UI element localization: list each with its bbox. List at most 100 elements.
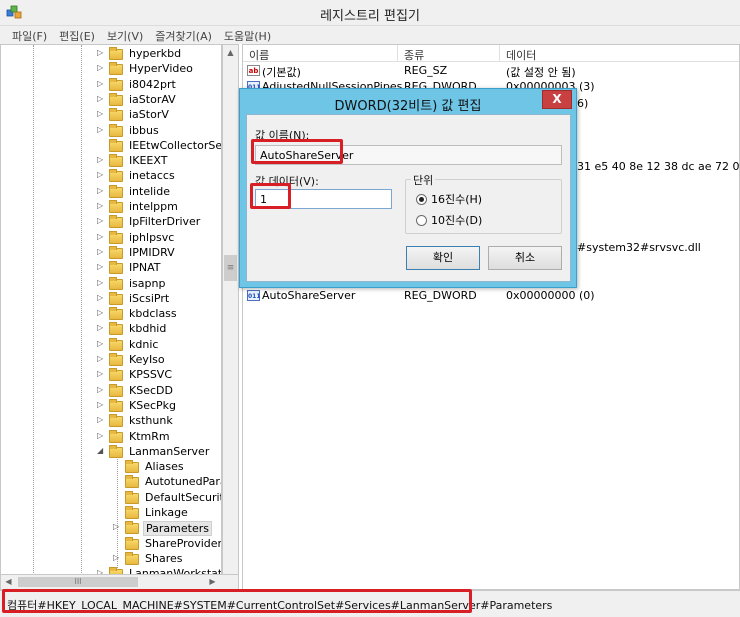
tree-item-label: Linkage (145, 506, 188, 519)
expand-arrow-icon[interactable]: ▷ (97, 339, 107, 348)
column-header-type[interactable]: 종류 (404, 47, 424, 63)
tree-item-label: kdnic (129, 337, 159, 351)
folder-icon (109, 108, 123, 122)
folder-icon (109, 444, 123, 458)
folder-icon (109, 215, 123, 229)
expand-arrow-icon[interactable]: ▷ (97, 323, 107, 332)
scroll-up-arrow-icon[interactable]: ▲ (223, 45, 238, 60)
expand-arrow-icon[interactable]: ▷ (97, 369, 107, 378)
tree-vertical-scrollbar[interactable]: ▲ ≡ ▼ (222, 44, 239, 590)
column-divider[interactable] (499, 45, 500, 62)
expand-arrow-icon[interactable]: ▷ (97, 79, 107, 88)
menu-file[interactable]: 파일(F) (0, 26, 53, 44)
tree-item-label: KSecDD (129, 383, 173, 397)
value-data-highlight-box (250, 183, 291, 209)
folder-icon (109, 92, 123, 106)
tree-item-label: ShareProviders (145, 536, 222, 550)
decimal-radio[interactable]: 10진수(D) (416, 212, 482, 228)
tree-item-label: Parameters (143, 521, 212, 537)
expand-arrow-icon[interactable]: ▷ (97, 385, 107, 394)
folder-icon (125, 536, 139, 550)
menu-bar: 파일(F) 편집(E) 보기(V) 즐겨찾기(A) 도움말(H) (0, 26, 740, 44)
list-header: 이름 종류 데이터 (243, 45, 739, 63)
tree-item-label: KtmRm (129, 429, 170, 443)
value-type: REG_DWORD (404, 289, 477, 302)
tree-item-label: Shares (145, 551, 183, 565)
tree-item-label: KPSSVC (129, 368, 173, 382)
expand-arrow-icon[interactable]: ▷ (97, 94, 107, 103)
cancel-button[interactable]: 취소 (488, 246, 562, 270)
expand-arrow-icon[interactable]: ▷ (97, 262, 107, 271)
tree-item-label: Aliases (145, 460, 184, 474)
tree-item-label: IpFilterDriver (129, 215, 201, 229)
expand-arrow-icon[interactable]: ▷ (113, 553, 123, 562)
tree-item-label: iaStorAV (129, 92, 176, 106)
value-name: AutoShareServer (262, 289, 356, 302)
folder-icon (109, 414, 123, 428)
menu-help[interactable]: 도움말(H) (218, 26, 277, 44)
folder-icon (109, 230, 123, 244)
tree-item-label: IPMIDRV (129, 245, 175, 259)
expand-arrow-icon[interactable]: ▷ (97, 109, 107, 118)
column-header-data[interactable]: 데이터 (506, 47, 536, 63)
expand-arrow-icon[interactable]: ▷ (97, 278, 107, 287)
folder-icon (109, 245, 123, 259)
expand-arrow-icon[interactable]: ▷ (97, 293, 107, 302)
expand-arrow-icon[interactable]: ▷ (113, 522, 123, 531)
expand-arrow-icon[interactable]: ▷ (97, 400, 107, 409)
tree-item-label: kbdclass (129, 307, 177, 321)
folder-icon (109, 291, 123, 305)
expand-arrow-icon[interactable]: ▷ (97, 201, 107, 210)
value-data: 0x00000000 (0) (506, 289, 595, 302)
decimal-radio-label: 10진수(D) (431, 214, 483, 227)
expand-arrow-icon[interactable]: ▷ (97, 308, 107, 317)
expand-arrow-icon[interactable]: ▷ (97, 170, 107, 179)
value-data-fragment: 31 e5 40 8e 12 38 dc ae 72 04 1f (577, 160, 740, 173)
menu-edit[interactable]: 편집(E) (53, 26, 101, 44)
list-item[interactable]: 011 AutoShareServer REG_DWORD 0x00000000… (243, 288, 739, 304)
dialog-title: DWORD(32비트) 값 편집 (334, 99, 482, 114)
expand-arrow-icon[interactable]: ▷ (97, 354, 107, 363)
tree-item-label: AutotunedParame (145, 475, 221, 489)
folder-icon (109, 337, 123, 351)
tree-horizontal-scrollbar[interactable]: ◀ III ▶ (0, 574, 239, 590)
tree-item-label: kbdhid (129, 322, 167, 336)
tree-item-label: intelide (129, 184, 170, 198)
tree-item-label: hyperkbd (129, 47, 182, 60)
tree-item-label: isapnp (129, 276, 166, 290)
folder-icon (109, 368, 123, 382)
menu-favorites[interactable]: 즐겨찾기(A) (149, 26, 218, 44)
column-header-name[interactable]: 이름 (249, 47, 269, 63)
expand-arrow-icon[interactable]: ▷ (97, 216, 107, 225)
folder-icon (109, 353, 123, 366)
tree-item-label: inetaccs (129, 169, 175, 183)
scroll-left-arrow-icon[interactable]: ◀ (1, 575, 16, 589)
expand-arrow-icon[interactable]: ▷ (97, 247, 107, 256)
expand-arrow-icon[interactable]: ▷ (97, 232, 107, 241)
tree-item-label: ibbus (129, 123, 159, 137)
tree-item-label: LanmanServer (129, 444, 210, 458)
column-divider[interactable] (397, 45, 398, 62)
menu-view[interactable]: 보기(V) (101, 26, 149, 44)
expand-arrow-icon[interactable]: ▷ (97, 63, 107, 72)
scroll-right-arrow-icon[interactable]: ▶ (205, 575, 220, 589)
folder-icon (109, 62, 123, 76)
window-title: 레지스트리 편집기 (320, 9, 420, 24)
expand-arrow-icon[interactable]: ▷ (97, 48, 107, 57)
expand-arrow-icon[interactable]: ▷ (97, 415, 107, 424)
expand-arrow-icon[interactable]: ▷ (97, 431, 107, 440)
value-data-fragment: #system32#srvsvc.dll (577, 241, 701, 254)
key-tree[interactable]: ▷ hyperkbd ▷ HyperVideo ▷ i8042prt ▷ iaStorAV ▷ i… (0, 44, 222, 590)
collapse-arrow-icon[interactable]: ◢ (97, 446, 107, 455)
folder-icon (109, 307, 123, 321)
list-item[interactable]: ab (기본값) REG_SZ (값 설정 안 됨) (243, 63, 739, 79)
folder-icon (125, 521, 139, 535)
scroll-thumb[interactable]: ≡ (224, 255, 237, 281)
ok-button[interactable]: 확인 (406, 246, 480, 270)
hex-radio[interactable]: 16진수(H) (416, 191, 482, 207)
scroll-thumb[interactable]: III (18, 577, 138, 587)
close-icon[interactable]: X (542, 90, 572, 109)
expand-arrow-icon[interactable]: ▷ (97, 186, 107, 195)
expand-arrow-icon[interactable]: ▷ (97, 155, 107, 164)
expand-arrow-icon[interactable]: ▷ (97, 125, 107, 134)
